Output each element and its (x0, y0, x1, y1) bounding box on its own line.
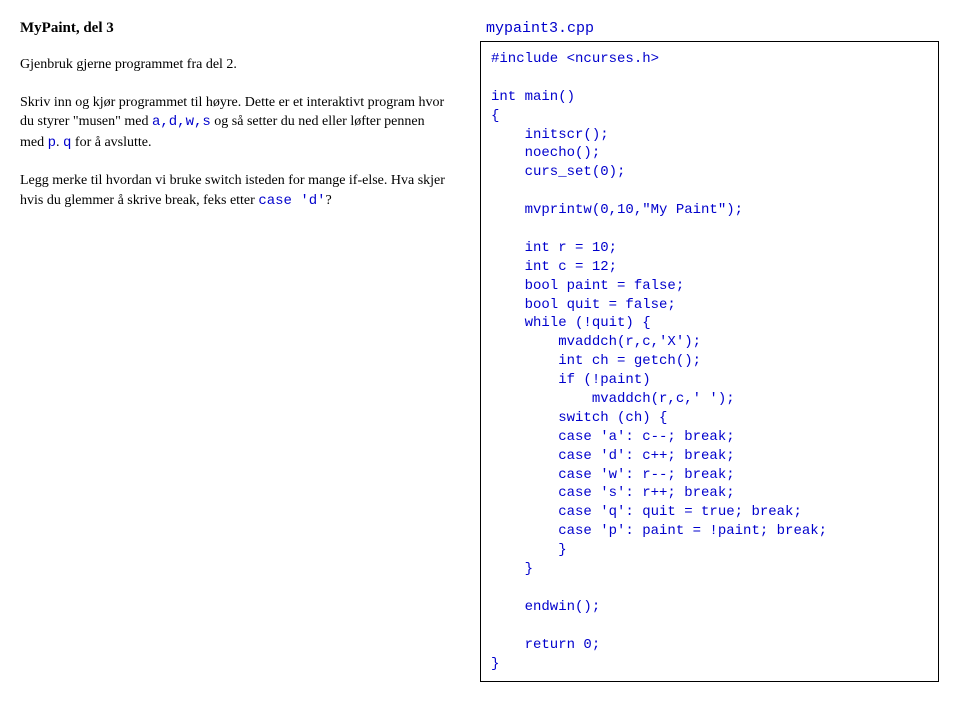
p2-code-1: a,d,w,s (152, 114, 211, 130)
code-block: #include <ncurses.h> int main() { initsc… (480, 41, 939, 682)
page: MyPaint, del 3 Gjenbruk gjerne programme… (20, 20, 939, 682)
p2-text-3: . (56, 135, 63, 150)
p3-text-2: ? (326, 193, 332, 208)
paragraph-2: Skriv inn og kjør programmet til høyre. … (20, 93, 450, 154)
p3-code-1: case 'd' (258, 193, 325, 209)
paragraph-3: Legg merke til hvordan vi bruke switch i… (20, 171, 450, 211)
p2-text-4: for å avslutte. (71, 135, 151, 150)
paragraph-1: Gjenbruk gjerne programmet fra del 2. (20, 55, 450, 75)
p2-code-2: p (48, 135, 56, 151)
title: MyPaint, del 3 (20, 20, 450, 37)
p3-text-1: Legg merke til hvordan vi bruke switch i… (20, 173, 445, 208)
right-column: mypaint3.cpp #include <ncurses.h> int ma… (480, 20, 939, 682)
code-filename: mypaint3.cpp (480, 20, 939, 37)
left-column: MyPaint, del 3 Gjenbruk gjerne programme… (20, 20, 450, 682)
